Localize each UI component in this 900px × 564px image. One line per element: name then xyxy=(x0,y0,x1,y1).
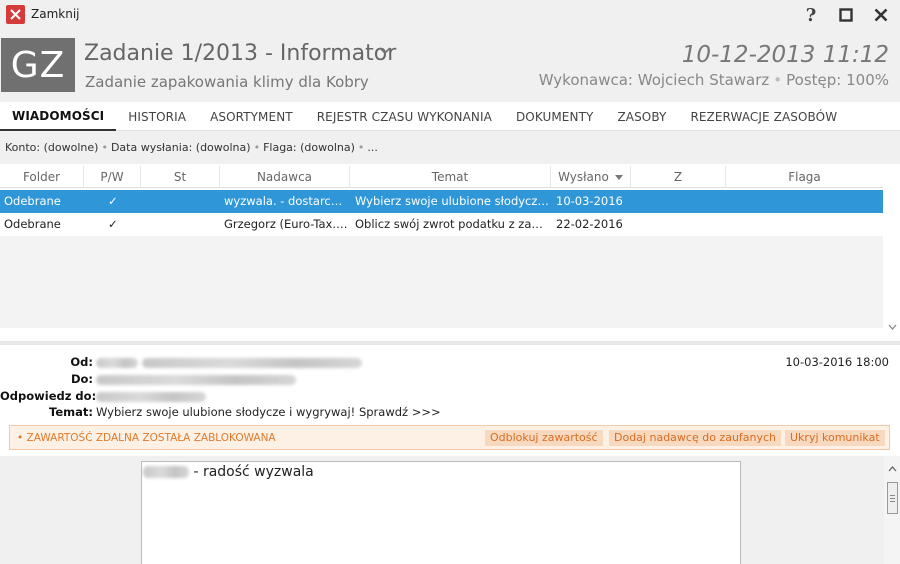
tab-historia[interactable]: HISTORIA xyxy=(116,102,198,131)
tab-dokumenty[interactable]: DOKUMENTY xyxy=(504,102,606,131)
progress-label: Postęp: 100% xyxy=(786,71,889,89)
messages-grid: Folder P/W St Nadawca Temat Wysłano Z Fl… xyxy=(0,166,883,341)
chevron-up-icon[interactable] xyxy=(888,466,897,472)
blocked-notice: • ZAWARTOŚĆ ZDALNA ZOSTAŁA ZABLOKOWANA xyxy=(17,432,276,444)
column-pw[interactable]: P/W xyxy=(84,166,141,188)
executor-progress: Wykonawca: Wojciech Stawarz • Postęp: 100% xyxy=(538,71,889,89)
tab-asortyment[interactable]: ASORTYMENT xyxy=(198,102,305,131)
empty-row xyxy=(0,259,883,282)
task-header: GZ Zadanie 1/2013 - Informator Zadanie z… xyxy=(0,30,900,102)
tab-zasoby[interactable]: ZASOBY xyxy=(605,102,678,131)
chevron-down-icon[interactable] xyxy=(379,47,391,55)
grid-header: Folder P/W St Nadawca Temat Wysłano Z Fl… xyxy=(0,166,883,188)
hide-notice-button[interactable]: Ukryj komunikat xyxy=(785,430,885,446)
trust-sender-button[interactable]: Dodaj nadawcę do zaufanych xyxy=(609,430,782,446)
close-label[interactable]: Zamknij xyxy=(31,7,80,21)
reply-blurred-address xyxy=(96,391,206,402)
avatar: GZ xyxy=(1,38,75,92)
to-label: Do: xyxy=(70,372,93,386)
column-nadawca[interactable]: Nadawca xyxy=(220,166,350,188)
task-datetime: 10-12-2013 11:12 xyxy=(681,42,889,68)
close-button[interactable] xyxy=(870,4,892,26)
scrollbar-thumb[interactable] xyxy=(887,482,898,514)
cell-pw: ✓ xyxy=(108,217,118,231)
to-blurred-address xyxy=(96,374,296,385)
filter-more[interactable]: ... xyxy=(367,141,378,154)
page-title[interactable]: Zadanie 1/2013 - Informator xyxy=(84,41,396,66)
grid-scrollbar[interactable] xyxy=(884,188,900,336)
subject-value: Wybierz swoje ulubione słodycze i wygryw… xyxy=(96,405,441,419)
from-value xyxy=(96,355,362,369)
to-value xyxy=(96,372,296,386)
executor-label: Wykonawca: Wojciech Stawarz xyxy=(538,71,770,89)
table-row[interactable]: Odebrane ✓ Grzegorz (Euro-Tax.pl... Obli… xyxy=(0,213,883,236)
close-icon xyxy=(874,8,888,22)
column-st[interactable]: St xyxy=(141,166,220,188)
column-flaga[interactable]: Flaga xyxy=(726,166,883,188)
subject-label: Temat: xyxy=(49,405,93,419)
message-date: 10-03-2016 18:00 xyxy=(785,355,889,369)
body-scrollbar[interactable] xyxy=(884,456,900,564)
empty-row xyxy=(0,236,883,259)
pane-splitter[interactable] xyxy=(0,341,900,345)
cell-sender: Grzegorz (Euro-Tax.pl... xyxy=(224,217,348,231)
body-text: - radość wyzwala xyxy=(143,464,314,480)
column-wyslano-label: Wysłano xyxy=(558,170,609,184)
cell-sender: wyzwala. - dostarczo... xyxy=(224,194,348,208)
filter-account[interactable]: Konto: (dowolne) xyxy=(5,141,98,154)
from-blurred-address xyxy=(141,357,362,368)
tab-wiadomosci[interactable]: WIADOMOŚCI xyxy=(0,102,117,131)
cell-subject: Wybierz swoje ulubione słodycze i... xyxy=(355,194,549,208)
close-window-icon[interactable] xyxy=(6,5,25,24)
sort-down-icon xyxy=(614,175,623,180)
cell-folder: Odebrane xyxy=(4,194,61,208)
reply-to-value xyxy=(96,389,206,403)
filter-sent-date[interactable]: Data wysłania: (dowolna) xyxy=(111,141,251,154)
reply-to-label: Odpowiedz do: xyxy=(0,389,97,403)
empty-row xyxy=(0,305,883,328)
empty-row xyxy=(0,282,883,305)
column-z[interactable]: Z xyxy=(631,166,726,188)
tab-rejestr-czasu[interactable]: REJESTR CZASU WYKONANIA xyxy=(305,102,504,131)
cell-sent: 10-03-2016 xyxy=(556,194,623,208)
cell-folder: Odebrane xyxy=(4,217,61,231)
body-text-content: - radość wyzwala xyxy=(193,464,314,480)
tab-bar: WIADOMOŚCI HISTORIA ASORTYMENT REJESTR C… xyxy=(0,102,900,131)
from-label: Od: xyxy=(70,355,93,369)
column-temat[interactable]: Temat xyxy=(350,166,551,188)
tab-rezerwacje[interactable]: REZERWACJE ZASOBÓW xyxy=(678,102,849,131)
maximize-icon xyxy=(839,8,853,22)
body-blurred-name xyxy=(143,466,189,478)
cell-sent: 22-02-2016 xyxy=(556,217,623,231)
maximize-button[interactable] xyxy=(835,4,857,26)
column-folder[interactable]: Folder xyxy=(0,166,84,188)
cell-pw: ✓ xyxy=(108,194,118,208)
column-wyslano[interactable]: Wysłano xyxy=(551,166,631,188)
blocked-content-bar: • ZAWARTOŚĆ ZDALNA ZOSTAŁA ZABLOKOWANA O… xyxy=(9,425,890,450)
unblock-content-button[interactable]: Odblokuj zawartość xyxy=(485,430,603,446)
chevron-down-icon[interactable] xyxy=(888,324,897,330)
title-bar: Zamknij ? xyxy=(0,0,900,30)
message-body: - radość wyzwala xyxy=(141,461,741,564)
from-blurred-name xyxy=(96,357,138,368)
cell-subject: Oblicz swój zwrot podatku z zagran... xyxy=(355,217,549,231)
table-row[interactable]: Odebrane ✓ wyzwala. - dostarczo... Wybie… xyxy=(0,190,883,213)
help-button[interactable]: ? xyxy=(800,4,822,26)
task-description: Zadanie zapakowania klimy dla Kobry xyxy=(85,73,369,91)
filter-flag[interactable]: Flaga: (dowolna) xyxy=(263,141,355,154)
filter-bar: Konto: (dowolne) • Data wysłania: (dowolna… xyxy=(0,131,900,164)
